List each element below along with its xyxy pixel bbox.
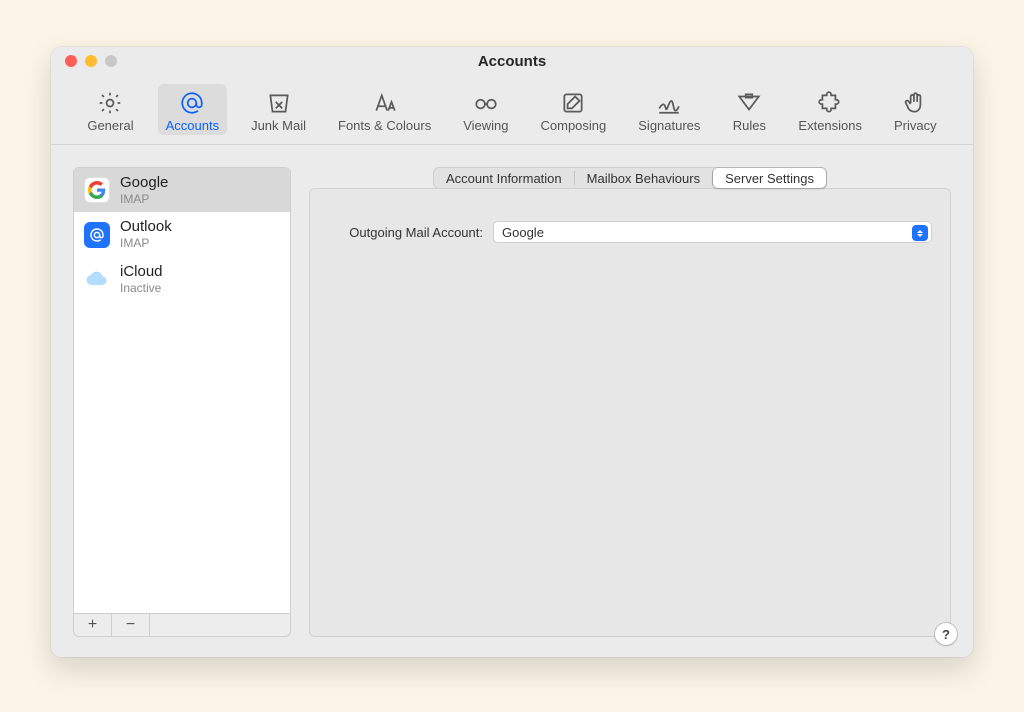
remove-account-button[interactable]: − bbox=[112, 614, 150, 636]
compose-icon bbox=[560, 88, 586, 118]
tab-general[interactable]: General bbox=[79, 84, 141, 135]
tab-label: Extensions bbox=[798, 118, 862, 133]
outlook-icon bbox=[84, 222, 110, 248]
account-name: iCloud bbox=[120, 263, 163, 281]
tab-label: Mailbox Behaviours bbox=[587, 171, 700, 186]
tab-label: Account Information bbox=[446, 171, 562, 186]
icloud-icon bbox=[84, 266, 110, 292]
help-button[interactable]: ? bbox=[935, 623, 957, 645]
junk-icon bbox=[266, 88, 292, 118]
account-row-outlook[interactable]: Outlook IMAP bbox=[74, 212, 290, 256]
tab-junk-mail[interactable]: Junk Mail bbox=[243, 84, 314, 135]
glasses-icon bbox=[473, 88, 499, 118]
tab-label: Fonts & Colours bbox=[338, 118, 431, 133]
tab-label: Junk Mail bbox=[251, 118, 306, 133]
tab-label: Privacy bbox=[894, 118, 937, 133]
titlebar: Accounts bbox=[51, 47, 973, 75]
puzzle-icon bbox=[817, 88, 843, 118]
accounts-list-footer: + − bbox=[73, 613, 291, 637]
rules-icon bbox=[736, 88, 762, 118]
account-row-google[interactable]: Google IMAP bbox=[74, 168, 290, 212]
tab-composing[interactable]: Composing bbox=[533, 84, 615, 135]
tab-label: General bbox=[87, 118, 133, 133]
tab-label: Server Settings bbox=[725, 171, 814, 186]
select-value: Google bbox=[502, 225, 544, 240]
tab-label: Rules bbox=[733, 118, 766, 133]
tab-privacy[interactable]: Privacy bbox=[886, 84, 945, 135]
accounts-list[interactable]: Google IMAP Outlook IMAP bbox=[73, 167, 291, 614]
prefs-toolbar: General Accounts Junk Mail Fonts & Colou… bbox=[51, 75, 973, 145]
updown-chevron-icon bbox=[912, 225, 928, 241]
detail-tabs-row: Account Information Mailbox Behaviours S… bbox=[309, 167, 951, 189]
tab-extensions[interactable]: Extensions bbox=[790, 84, 870, 135]
hand-icon bbox=[902, 88, 928, 118]
signature-icon bbox=[656, 88, 682, 118]
tab-fonts-colours[interactable]: Fonts & Colours bbox=[330, 84, 439, 135]
outgoing-account-select[interactable]: Google bbox=[493, 221, 932, 243]
close-window-button[interactable] bbox=[65, 55, 77, 67]
at-sign-icon bbox=[179, 88, 205, 118]
account-subtitle: Inactive bbox=[120, 281, 163, 295]
content-area: Google IMAP Outlook IMAP bbox=[51, 145, 973, 657]
plus-icon: + bbox=[88, 616, 97, 634]
gear-icon bbox=[97, 88, 123, 118]
account-subtitle: IMAP bbox=[120, 236, 172, 250]
detail-tabs: Account Information Mailbox Behaviours S… bbox=[433, 167, 827, 189]
tab-account-information[interactable]: Account Information bbox=[434, 168, 574, 188]
account-row-icloud[interactable]: iCloud Inactive bbox=[74, 257, 290, 301]
tab-mailbox-behaviours[interactable]: Mailbox Behaviours bbox=[575, 168, 712, 188]
account-text: iCloud Inactive bbox=[120, 263, 163, 295]
window-title: Accounts bbox=[51, 53, 973, 70]
window-controls bbox=[65, 55, 117, 67]
add-account-button[interactable]: + bbox=[74, 614, 112, 636]
tab-signatures[interactable]: Signatures bbox=[630, 84, 708, 135]
footer-spacer bbox=[150, 614, 290, 636]
account-subtitle: IMAP bbox=[120, 192, 168, 206]
help-label: ? bbox=[942, 627, 950, 642]
tab-viewing[interactable]: Viewing bbox=[455, 84, 516, 135]
tab-label: Composing bbox=[541, 118, 607, 133]
tab-label: Signatures bbox=[638, 118, 700, 133]
account-text: Outlook IMAP bbox=[120, 218, 172, 250]
account-detail-panel: Account Information Mailbox Behaviours S… bbox=[309, 167, 951, 637]
tab-label: Viewing bbox=[463, 118, 508, 133]
zoom-window-button[interactable] bbox=[105, 55, 117, 67]
minus-icon: − bbox=[126, 616, 135, 634]
account-name: Outlook bbox=[120, 218, 172, 236]
account-text: Google IMAP bbox=[120, 174, 168, 206]
accounts-sidebar: Google IMAP Outlook IMAP bbox=[73, 167, 291, 637]
tab-accounts[interactable]: Accounts bbox=[158, 84, 227, 135]
minimize-window-button[interactable] bbox=[85, 55, 97, 67]
outgoing-account-label: Outgoing Mail Account: bbox=[328, 225, 483, 240]
tab-server-settings[interactable]: Server Settings bbox=[713, 168, 826, 188]
preferences-window: Accounts General Accounts Junk Mail bbox=[51, 47, 973, 657]
fonts-icon bbox=[372, 88, 398, 118]
google-icon bbox=[84, 177, 110, 203]
outgoing-account-row: Outgoing Mail Account: Google bbox=[310, 217, 950, 247]
account-name: Google bbox=[120, 174, 168, 192]
tab-rules[interactable]: Rules bbox=[724, 84, 774, 135]
server-settings-body: Outgoing Mail Account: Google bbox=[309, 188, 951, 637]
tab-label: Accounts bbox=[166, 118, 219, 133]
